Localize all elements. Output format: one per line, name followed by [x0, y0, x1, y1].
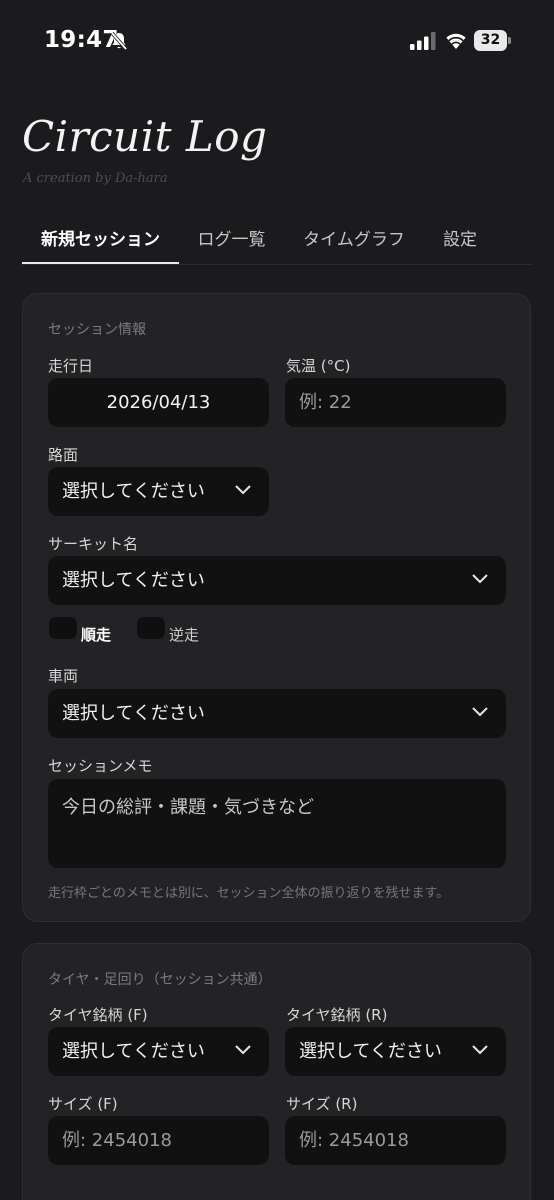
- battery-icon: 32: [474, 30, 511, 51]
- tires-section-title: タイヤ・足回り（セッション共通）: [48, 972, 272, 988]
- rear-tire-brand-value: 選択してください: [299, 1041, 442, 1062]
- tab-new-session[interactable]: 新規セッション: [22, 219, 179, 264]
- tab-settings[interactable]: 設定: [432, 219, 488, 264]
- date-label: 走行日: [48, 357, 94, 375]
- session-memo-label: セッションメモ: [48, 757, 153, 775]
- status-bar: 19:47 32: [0, 0, 554, 80]
- vehicle-label: 車両: [48, 667, 79, 685]
- rear-tire-size-input[interactable]: 例: 2454018: [285, 1116, 506, 1165]
- surface-select-value: 選択してください: [62, 481, 205, 502]
- chevron-down-icon: [235, 1045, 251, 1055]
- app-screen: 19:47 32 Circuit Log A creation by Da-ha…: [0, 0, 554, 1200]
- circuit-label: サーキット名: [48, 535, 139, 553]
- direction-forward-radio[interactable]: [49, 617, 77, 639]
- session-section-title: セッション情報: [48, 322, 146, 338]
- status-time: 19:47: [44, 27, 119, 53]
- direction-reverse-radio[interactable]: [137, 617, 165, 639]
- active-tab-indicator: [22, 262, 179, 264]
- front-tire-size-label: サイズ (F): [48, 1095, 118, 1113]
- rear-tire-brand-label: タイヤ銘柄 (R): [286, 1006, 388, 1024]
- app-title: Circuit Log: [22, 112, 268, 161]
- rear-tire-size-label: サイズ (R): [286, 1095, 358, 1113]
- battery-level: 32: [474, 30, 507, 51]
- tab-time-graph[interactable]: タイムグラフ: [290, 219, 418, 264]
- cellular-signal-icon: [410, 32, 436, 50]
- chevron-down-icon: [235, 485, 251, 495]
- temperature-label: 気温 (°C): [286, 357, 351, 375]
- direction-forward-label: 順走: [81, 626, 112, 644]
- surface-label: 路面: [48, 446, 79, 464]
- surface-select[interactable]: 選択してください: [48, 467, 269, 516]
- app-subtitle: A creation by Da-hara: [23, 171, 168, 186]
- front-tire-brand-value: 選択してください: [62, 1041, 205, 1062]
- circuit-select[interactable]: 選択してください: [48, 556, 506, 605]
- front-tire-size-input[interactable]: 例: 2454018: [48, 1116, 269, 1165]
- tires-card: タイヤ・足回り（セッション共通） タイヤ銘柄 (F) 選択してください タイヤ銘…: [22, 943, 531, 1200]
- vehicle-select[interactable]: 選択してください: [48, 689, 506, 738]
- silent-bell-icon: [110, 31, 128, 51]
- wifi-icon: [446, 33, 466, 49]
- chevron-down-icon: [472, 574, 488, 584]
- circuit-select-value: 選択してください: [62, 570, 205, 591]
- date-input[interactable]: 2026/04/13: [48, 378, 269, 427]
- direction-reverse-label: 逆走: [169, 626, 200, 644]
- vehicle-select-value: 選択してください: [62, 703, 205, 724]
- rear-tire-brand-select[interactable]: 選択してください: [285, 1027, 506, 1076]
- tab-bar: 新規セッション ログ一覧 タイムグラフ 設定: [22, 219, 532, 265]
- front-tire-brand-select[interactable]: 選択してください: [48, 1027, 269, 1076]
- chevron-down-icon: [472, 707, 488, 717]
- front-tire-brand-label: タイヤ銘柄 (F): [48, 1006, 148, 1024]
- battery-nub: [508, 37, 511, 44]
- session-memo-textarea[interactable]: 今日の総評・課題・気づきなど: [48, 779, 506, 868]
- temperature-input[interactable]: 例: 22: [285, 378, 506, 427]
- session-info-card: セッション情報 走行日 2026/04/13 気温 (°C) 例: 22 路面 …: [22, 293, 531, 922]
- tab-log-list[interactable]: ログ一覧: [184, 219, 279, 264]
- chevron-down-icon: [472, 1045, 488, 1055]
- session-memo-hint: 走行枠ごとのメモとは別に、セッション全体の振り返りを残せます。: [48, 886, 450, 901]
